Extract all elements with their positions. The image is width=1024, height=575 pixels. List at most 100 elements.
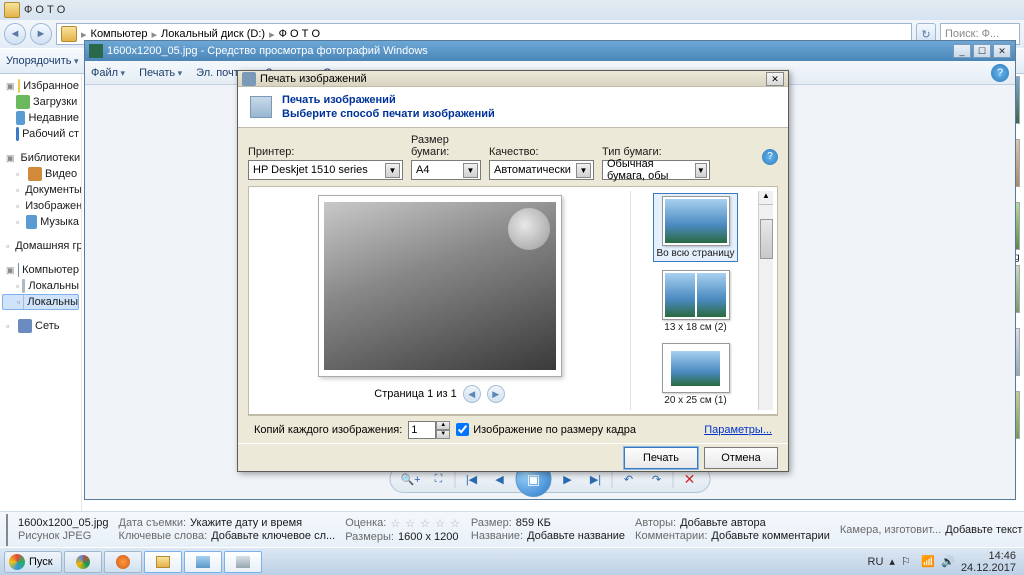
chevron-down-icon: ▼ (385, 163, 400, 178)
preview-image (324, 202, 556, 370)
layout-list: Во всю страницу 13 x 18 см (2) 20 x 25 с… (630, 191, 754, 410)
print-preview: Страница 1 из 1 ◀ ▶ (253, 191, 626, 410)
details-pane: 1600x1200_05.jpg Рисунок JPEG Дата съемк… (0, 511, 1024, 547)
task-print[interactable] (224, 551, 262, 573)
printer-icon (250, 96, 272, 118)
print-dialog-titlebar[interactable]: Печать изображений ✕ (238, 71, 788, 87)
path-segment[interactable]: Локальный диск (D:) (161, 28, 265, 40)
copies-spinner[interactable]: ▲▼ (408, 421, 450, 439)
tree-documents[interactable]: ▫Документы (2, 182, 79, 198)
help-icon[interactable]: ? (991, 64, 1009, 82)
tree-music[interactable]: ▫Музыка (2, 214, 79, 230)
spin-up-icon[interactable]: ▲ (436, 421, 450, 430)
organize-menu[interactable]: Упорядочить (6, 55, 79, 67)
details-thumb (6, 514, 8, 546)
print-help-icon[interactable]: ? (762, 149, 778, 165)
tree-favorites[interactable]: ▣Избранное (2, 78, 79, 94)
menu-print[interactable]: Печать (139, 67, 182, 79)
viewer-titlebar[interactable]: 1600x1200_05.jpg - Средство просмотра фо… (85, 41, 1015, 61)
spin-down-icon[interactable]: ▼ (436, 430, 450, 439)
tree-computer[interactable]: ▣Компьютер (2, 262, 79, 278)
tree-network[interactable]: ▫Сеть (2, 318, 79, 334)
print-dialog-title: Печать изображений (260, 73, 367, 85)
preview-page (318, 195, 562, 377)
copies-label: Копий каждого изображения: (254, 424, 402, 436)
details-type: Рисунок JPEG (18, 530, 109, 542)
details-title[interactable]: Добавьте название (527, 530, 625, 542)
printer-select[interactable]: HP Deskjet 1510 series▼ (248, 160, 403, 180)
folder-icon (61, 26, 77, 42)
print-dialog: Печать изображений ✕ Печать изображений … (237, 70, 789, 472)
path-segment[interactable]: Ф О Т О (279, 28, 320, 40)
taskbar: Пуск RU ▴ ⚐ 📶 🔊 14:46 24.12.2017 (0, 547, 1024, 575)
nav-back-button[interactable]: ◄ (4, 23, 26, 45)
minimize-button[interactable]: _ (953, 44, 971, 58)
tree-video[interactable]: ▫Видео (2, 166, 79, 182)
layout-scrollbar[interactable]: ▲ (758, 191, 773, 410)
details-keywords[interactable]: Добавьте ключевое сл... (211, 530, 335, 542)
tree-disk-d[interactable]: ▫Локальны (2, 294, 79, 310)
printer-icon (242, 72, 256, 86)
details-size: 859 КБ (516, 517, 551, 529)
fit-checkbox[interactable]: Изображение по размеру кадра (456, 423, 636, 436)
chevron-down-icon: ▼ (576, 163, 591, 178)
start-button[interactable]: Пуск (4, 551, 62, 573)
lang-indicator[interactable]: RU (868, 556, 884, 568)
details-dims: 1600 x 1200 (398, 531, 459, 543)
print-button[interactable]: Печать (624, 447, 698, 469)
next-page-button[interactable]: ▶ (487, 385, 505, 403)
paper-type-select[interactable]: Обычная бумага, обы▼ (602, 160, 710, 180)
details-authors[interactable]: Добавьте автора (680, 517, 766, 529)
menu-file[interactable]: Файл (91, 67, 125, 79)
tree-disk-c[interactable]: ▫Локальны (2, 278, 79, 294)
task-wmp[interactable] (104, 551, 142, 573)
paper-size-select[interactable]: A4▼ (411, 160, 481, 180)
path-segment[interactable]: Компьютер (91, 28, 148, 40)
details-date[interactable]: Укажите дату и время (190, 517, 302, 529)
layout-13x18[interactable]: 13 x 18 см (2) (660, 268, 732, 335)
windows-orb-icon (9, 554, 25, 570)
task-chrome[interactable] (64, 551, 102, 573)
print-dialog-close-button[interactable]: ✕ (766, 72, 784, 86)
print-header-sub: Выберите способ печати изображений (282, 108, 495, 120)
layout-20x25[interactable]: 20 x 25 см (1) (660, 341, 732, 408)
chevron-down-icon: ▼ (695, 163, 707, 178)
nav-forward-button[interactable]: ► (30, 23, 52, 45)
details-camera[interactable]: Добавьте текст (945, 524, 1022, 536)
pager-text: Страница 1 из 1 (374, 388, 456, 400)
volume-icon[interactable]: 🔊 (941, 555, 955, 569)
quality-select[interactable]: Автоматически▼ (489, 160, 594, 180)
chevron-down-icon: ▼ (463, 163, 478, 178)
tree-images[interactable]: ▫Изображен (2, 198, 79, 214)
details-rating[interactable]: ☆ ☆ ☆ ☆ ☆ (390, 517, 461, 530)
copies-input[interactable] (408, 421, 436, 439)
details-filename: 1600x1200_05.jpg (18, 517, 109, 529)
tree-desktop[interactable]: Рабочий ст (2, 126, 79, 142)
layout-fullpage[interactable]: Во всю страницу (653, 193, 737, 262)
explorer-titlebar[interactable]: Ф О Т О (0, 0, 1024, 20)
image-icon (89, 44, 103, 58)
flag-icon[interactable]: ⚐ (901, 555, 915, 569)
tree-downloads[interactable]: Загрузки (2, 94, 79, 110)
system-tray: RU ▴ ⚐ 📶 🔊 14:46 24.12.2017 (868, 550, 1020, 574)
task-explorer[interactable] (144, 551, 182, 573)
tree-libraries[interactable]: ▣Библиотеки (2, 150, 79, 166)
details-comments[interactable]: Добавьте комментарии (711, 530, 829, 542)
printer-label: Принтер: (248, 146, 403, 158)
tray-up-icon[interactable]: ▴ (889, 555, 895, 568)
close-button[interactable]: ✕ (993, 44, 1011, 58)
cancel-button[interactable]: Отмена (704, 447, 778, 469)
print-header-title: Печать изображений (282, 94, 495, 106)
network-icon[interactable]: 📶 (921, 555, 935, 569)
print-header: Печать изображений Выберите способ печат… (238, 87, 788, 128)
task-photoviewer[interactable] (184, 551, 222, 573)
paper-size-label: Размер бумаги: (411, 134, 481, 158)
taskbar-clock[interactable]: 14:46 24.12.2017 (961, 550, 1016, 574)
viewer-title-text: 1600x1200_05.jpg - Средство просмотра фо… (107, 45, 428, 57)
tree-homegroup[interactable]: ▫Домашняя гр (2, 238, 79, 254)
print-options-link[interactable]: Параметры... (704, 424, 772, 436)
folder-icon (4, 2, 20, 18)
prev-page-button[interactable]: ◀ (463, 385, 481, 403)
maximize-button[interactable]: ☐ (973, 44, 991, 58)
tree-recent[interactable]: Недавние (2, 110, 79, 126)
